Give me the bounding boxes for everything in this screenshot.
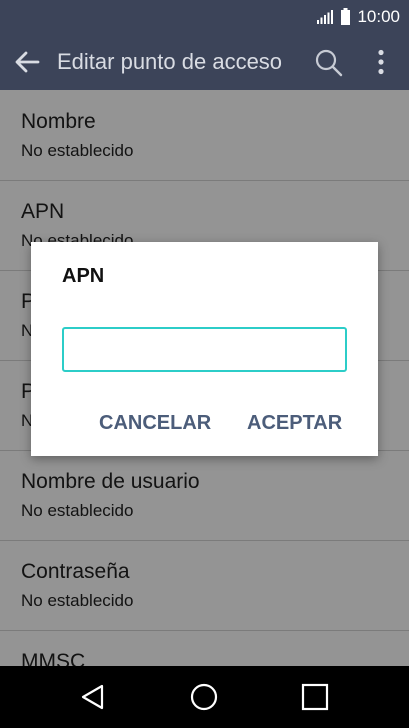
signal-icon [317,10,333,24]
nav-home-icon[interactable] [189,682,219,712]
app-bar: Editar punto de acceso [0,34,409,90]
arrow-left-icon [15,51,40,73]
navigation-bar [0,666,409,728]
page-title: Editar punto de acceso [57,49,283,74]
cancel-button[interactable]: CANCELAR [99,412,211,435]
dialog-title: APN [62,265,105,287]
back-button[interactable] [10,46,44,78]
more-options-button[interactable] [365,44,397,80]
search-button[interactable] [311,46,347,80]
search-icon [315,49,343,77]
accept-button[interactable]: ACEPTAR [247,412,342,435]
apn-input[interactable] [62,327,347,372]
apn-dialog: APN CANCELAR ACEPTAR [31,242,378,456]
more-vertical-icon [378,49,384,75]
nav-back-icon[interactable] [79,683,107,711]
battery-icon [341,8,350,25]
nav-recents-icon[interactable] [301,683,329,711]
status-bar: 10:00 [0,0,409,34]
status-time: 10:00 [357,7,400,26]
